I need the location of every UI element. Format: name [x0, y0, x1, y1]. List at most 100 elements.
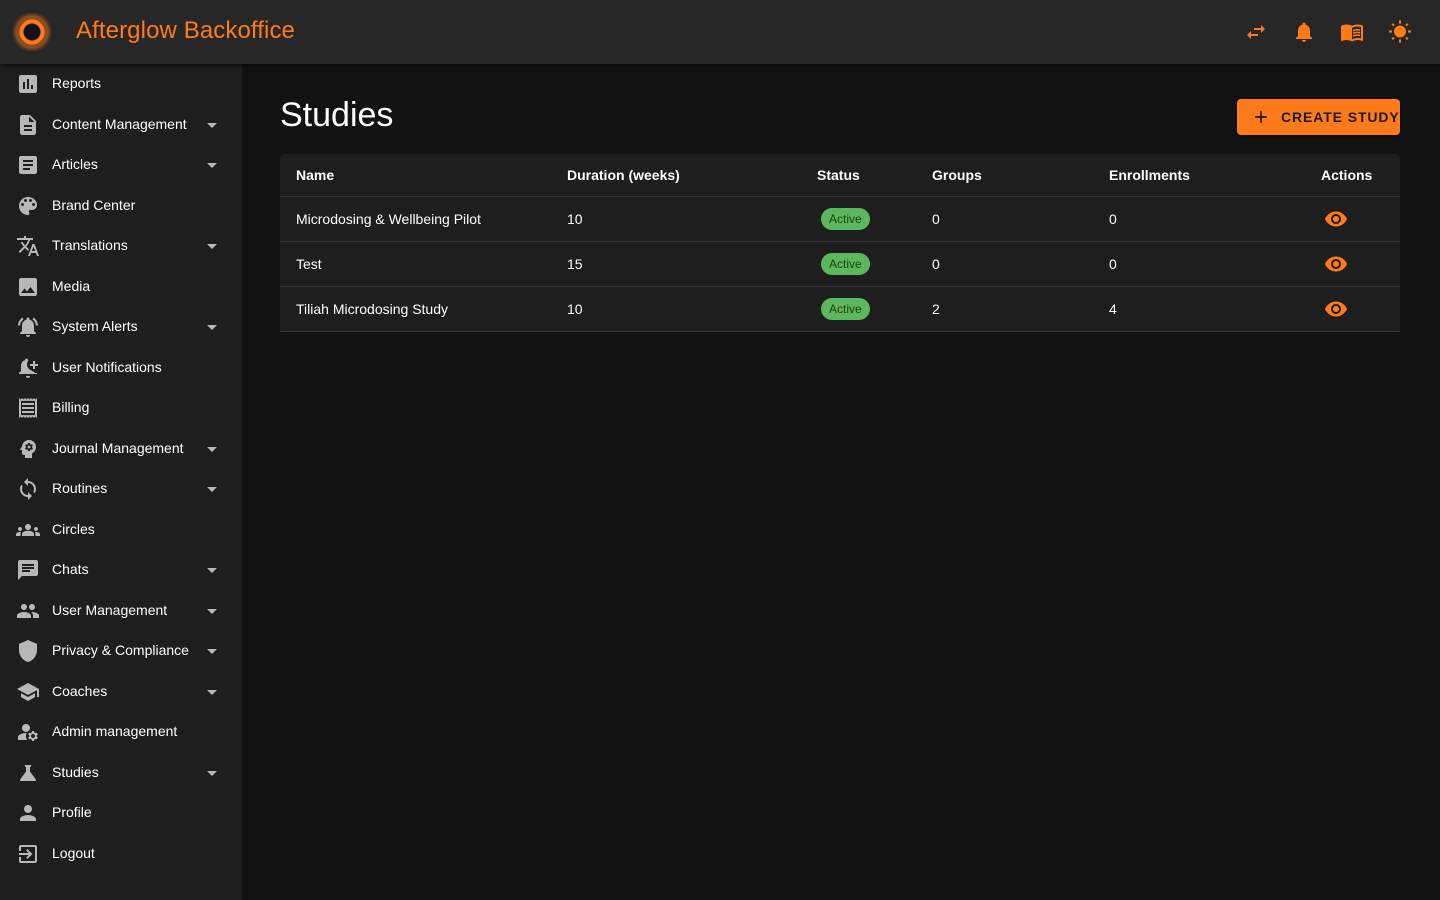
study-name: Test	[296, 256, 322, 272]
sidebar-item-logout[interactable]: Logout	[0, 834, 242, 874]
sidebar-item-translations[interactable]: Translations	[0, 226, 242, 266]
study-enrollments: 4	[1109, 301, 1117, 317]
chevron-down-icon	[203, 680, 221, 704]
study-enrollments: 0	[1109, 256, 1117, 272]
sidebar-item-label: User Management	[52, 602, 168, 618]
sidebar-item-articles[interactable]: Articles	[0, 145, 242, 185]
sun-icon[interactable]	[1384, 16, 1416, 48]
study-duration: 10	[567, 211, 583, 227]
table-row[interactable]: Tiliah Microdosing Study 10 Active 2 4	[280, 287, 1400, 332]
status-badge: Active	[821, 208, 870, 230]
sidebar-item-content-management[interactable]: Content Management	[0, 105, 242, 145]
groups-icon	[15, 518, 40, 542]
chevron-down-icon	[203, 477, 221, 501]
study-enrollments: 0	[1109, 211, 1117, 227]
afterglow-logo-icon	[12, 12, 52, 52]
table-row[interactable]: Microdosing & Wellbeing Pilot 10 Active …	[280, 197, 1400, 242]
alarm-icon	[16, 315, 40, 339]
sidebar-item-brand-center[interactable]: Brand Center	[0, 186, 242, 226]
sidebar: Reports Content Management Articles Bran…	[0, 64, 242, 900]
school-icon	[16, 680, 40, 704]
view-eye-icon[interactable]	[1320, 293, 1352, 325]
column-header-status[interactable]: Status	[817, 154, 860, 196]
sidebar-item-circles[interactable]: Circles	[0, 510, 242, 550]
status-cell: Active	[821, 287, 870, 331]
view-eye-icon[interactable]	[1320, 248, 1352, 280]
sidebar-item-user-management[interactable]: User Management	[0, 591, 242, 631]
status-badge: Active	[821, 253, 870, 275]
sidebar-item-reports[interactable]: Reports	[0, 64, 242, 104]
study-duration: 15	[567, 256, 583, 272]
status-badge: Active	[821, 298, 870, 320]
chevron-down-icon	[203, 558, 221, 582]
sidebar-item-billing[interactable]: Billing	[0, 388, 242, 428]
chevron-down-icon	[203, 761, 221, 785]
sidebar-item-label: Media	[52, 278, 91, 294]
table-row[interactable]: Test 15 Active 0 0	[280, 242, 1400, 287]
person-icon	[16, 801, 40, 825]
create-study-button[interactable]: CREATE STUDY	[1237, 99, 1400, 135]
plus-icon	[1251, 107, 1271, 127]
receipt-icon	[16, 396, 40, 420]
sidebar-item-label: Privacy & Compliance	[52, 642, 189, 658]
psychology-icon	[16, 437, 40, 461]
sidebar-item-label: System Alerts	[52, 318, 138, 334]
sidebar-item-label: Coaches	[52, 683, 108, 699]
chevron-down-icon	[203, 639, 221, 663]
view-eye-icon[interactable]	[1320, 203, 1352, 235]
sidebar-item-chats[interactable]: Chats	[0, 550, 242, 590]
study-duration: 10	[567, 301, 583, 317]
study-name: Microdosing & Wellbeing Pilot	[296, 211, 481, 227]
sidebar-item-coaches[interactable]: Coaches	[0, 672, 242, 712]
actions-cell	[1320, 242, 1352, 286]
chevron-down-icon	[203, 599, 221, 623]
sidebar-item-label: Logout	[52, 845, 95, 861]
table-header-row: Name Duration (weeks) Status Groups Enro…	[280, 154, 1400, 197]
sidebar-item-label: Brand Center	[52, 197, 136, 213]
sidebar-item-privacy-compliance[interactable]: Privacy & Compliance	[0, 631, 242, 671]
sidebar-item-journal-management[interactable]: Journal Management	[0, 429, 242, 469]
app-title: Afterglow Backoffice	[76, 17, 295, 44]
sidebar-item-profile[interactable]: Profile	[0, 793, 242, 833]
sidebar-item-routines[interactable]: Routines	[0, 469, 242, 509]
sidebar-item-label: Content Management	[52, 116, 187, 132]
translate-icon	[16, 234, 40, 258]
sidebar-item-admin-management[interactable]: Admin management	[0, 712, 242, 752]
logout-icon	[16, 842, 40, 866]
book-icon[interactable]	[1336, 16, 1368, 48]
create-study-label: CREATE STUDY	[1281, 109, 1400, 125]
chevron-down-icon	[203, 153, 221, 177]
document-icon	[16, 113, 40, 137]
sidebar-item-label: Translations	[52, 237, 128, 253]
sidebar-item-label: Articles	[52, 156, 98, 172]
sidebar-item-studies[interactable]: Studies	[0, 753, 242, 793]
top-actions	[1240, 16, 1416, 48]
sidebar-item-media[interactable]: Media	[0, 267, 242, 307]
column-header-duration[interactable]: Duration (weeks)	[567, 154, 680, 196]
sidebar-item-label: Chats	[52, 561, 89, 577]
column-header-actions: Actions	[1321, 167, 1373, 183]
admin-gear-icon	[16, 720, 40, 744]
chat-icon	[16, 558, 40, 582]
sidebar-item-system-alerts[interactable]: System Alerts	[0, 307, 242, 347]
study-groups: 0	[932, 211, 940, 227]
column-header-enrollments[interactable]: Enrollments	[1109, 154, 1190, 196]
column-header-groups[interactable]: Groups	[932, 154, 982, 196]
sidebar-item-label: Admin management	[52, 723, 178, 739]
swap-icon[interactable]	[1240, 16, 1272, 48]
bar-chart-icon	[16, 72, 40, 96]
status-cell: Active	[821, 242, 870, 286]
sidebar-item-user-notifications[interactable]: User Notifications	[0, 348, 242, 388]
sidebar-item-label: Studies	[52, 764, 99, 780]
bell-icon[interactable]	[1288, 16, 1320, 48]
shield-icon	[16, 639, 40, 663]
sidebar-item-label: Routines	[52, 480, 108, 496]
study-groups: 2	[932, 301, 940, 317]
article-icon	[16, 153, 40, 177]
actions-cell	[1320, 197, 1352, 241]
sidebar-item-label: Circles	[52, 521, 95, 537]
column-header-name[interactable]: Name	[296, 154, 334, 196]
status-cell: Active	[821, 197, 870, 241]
chevron-down-icon	[203, 315, 221, 339]
people-icon	[16, 599, 40, 623]
